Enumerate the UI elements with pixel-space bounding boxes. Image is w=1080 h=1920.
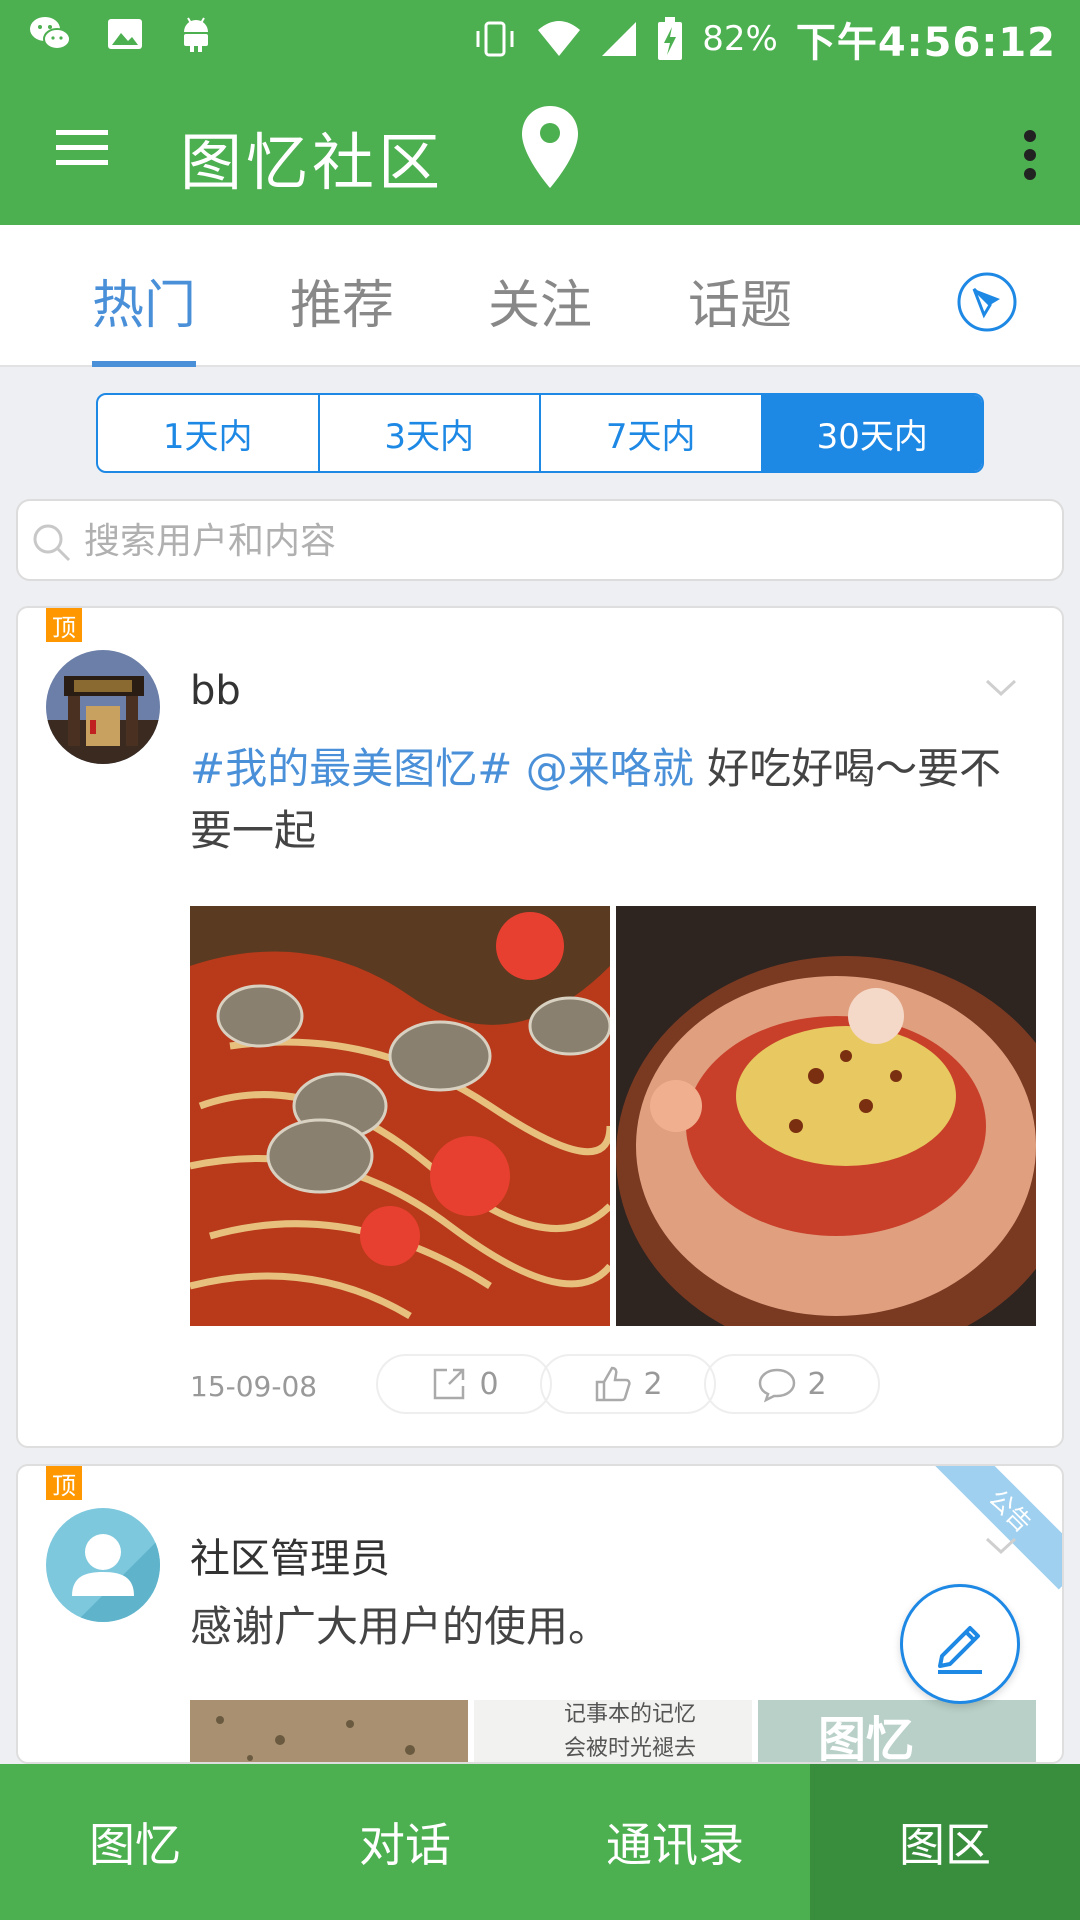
filter-30-days[interactable]: 30天内	[762, 395, 982, 471]
avatar[interactable]	[46, 1508, 160, 1622]
gallery-icon	[108, 19, 142, 49]
like-button[interactable]: 2	[540, 1354, 716, 1414]
tab-topics[interactable]: 话题	[688, 263, 792, 338]
share-button[interactable]: 0	[376, 1354, 552, 1414]
pencil-icon	[938, 1626, 982, 1674]
like-count: 2	[643, 1366, 663, 1402]
tab-hot[interactable]: 热门	[92, 263, 196, 338]
tab-active-indicator	[92, 361, 196, 367]
thumb-caption: 会被时光褪去	[564, 1736, 697, 1761]
more-vert-icon[interactable]	[1022, 130, 1038, 180]
post-date: 15-09-08	[190, 1370, 318, 1403]
post-text: #我的最美图忆# @来咯就 好吃好喝～要不要一起	[190, 738, 1010, 862]
signal-icon	[602, 22, 637, 56]
tab-following[interactable]: 关注	[488, 263, 592, 338]
post-thumbnails: 记事本的记忆 会被时光褪去 图忆	[190, 1700, 1036, 1764]
chevron-down-icon[interactable]	[984, 1536, 1018, 1556]
status-bar: 82% 下午4:56:12	[0, 0, 1080, 72]
nav-contacts[interactable]: 通讯录	[540, 1764, 810, 1920]
filter-3-days[interactable]: 3天内	[320, 395, 541, 471]
share-icon	[434, 1368, 465, 1400]
pinned-badge: 顶	[46, 608, 82, 642]
location-pin-icon[interactable]	[520, 104, 580, 190]
menu-icon[interactable]	[52, 122, 112, 172]
compass-icon[interactable]	[956, 271, 1018, 333]
post-image-beach[interactable]	[190, 1700, 468, 1762]
vibrate-icon	[476, 21, 514, 57]
app-bar: 图忆社区	[0, 72, 1080, 225]
nav-tuyi[interactable]: 图忆	[0, 1764, 270, 1920]
comment-button[interactable]: 2	[704, 1354, 880, 1414]
time-filter: 1天内 3天内 7天内 30天内	[96, 393, 984, 473]
filter-7-days[interactable]: 7天内	[541, 395, 763, 471]
tab-bar: 热门 推荐 关注 话题	[0, 225, 1080, 367]
wifi-icon	[538, 21, 581, 56]
post-image-pasta[interactable]	[190, 906, 610, 1326]
comment-count: 2	[807, 1366, 827, 1402]
chevron-down-icon[interactable]	[984, 678, 1018, 698]
thumb-caption: 记事本的记忆	[564, 1702, 697, 1727]
bottom-nav: 图忆 对话 通讯录 图区	[0, 1764, 1080, 1920]
wechat-icon	[30, 17, 71, 50]
notice-label: 公告	[932, 1466, 1062, 1590]
thumbs-up-icon	[596, 1366, 632, 1402]
avatar[interactable]	[46, 650, 160, 764]
android-icon	[184, 17, 208, 52]
thumb-caption: 图忆	[818, 1712, 915, 1764]
post-image-notebook[interactable]: 记事本的记忆 会被时光褪去	[474, 1700, 752, 1762]
post-card[interactable]: 顶 bb #我的最美图忆# @来咯就 好吃好喝～要不要一起 15-09-08 0…	[16, 606, 1064, 1448]
battery-percent: 82%	[702, 19, 778, 59]
battery-charging-icon	[658, 17, 683, 60]
post-image-baked-dish[interactable]	[616, 906, 1036, 1326]
tab-recommend[interactable]: 推荐	[290, 263, 394, 338]
post-username[interactable]: bb	[190, 668, 241, 714]
filter-1-day[interactable]: 1天内	[98, 395, 320, 471]
post-image-logo[interactable]: 图忆	[758, 1700, 1036, 1764]
share-count: 0	[479, 1366, 499, 1402]
clock: 下午4:56:12	[795, 20, 1056, 66]
nav-chat[interactable]: 对话	[270, 1764, 540, 1920]
post-hashtag[interactable]: #我的最美图忆#	[190, 744, 512, 793]
nav-community[interactable]: 图区	[810, 1764, 1080, 1920]
app-title: 图忆社区	[180, 126, 445, 199]
comment-icon	[759, 1368, 796, 1403]
search-input[interactable]	[84, 513, 1024, 569]
search-icon	[33, 524, 71, 562]
search-bar	[16, 499, 1064, 581]
post-body: 感谢广大用户的使用。	[190, 1602, 611, 1651]
compose-button[interactable]	[900, 1584, 1020, 1704]
post-mention[interactable]: @来咯就	[526, 744, 694, 793]
notice-ribbon: 公告	[932, 1466, 1062, 1596]
post-username[interactable]: 社区管理员	[190, 1526, 390, 1584]
pinned-badge: 顶	[46, 1466, 82, 1500]
